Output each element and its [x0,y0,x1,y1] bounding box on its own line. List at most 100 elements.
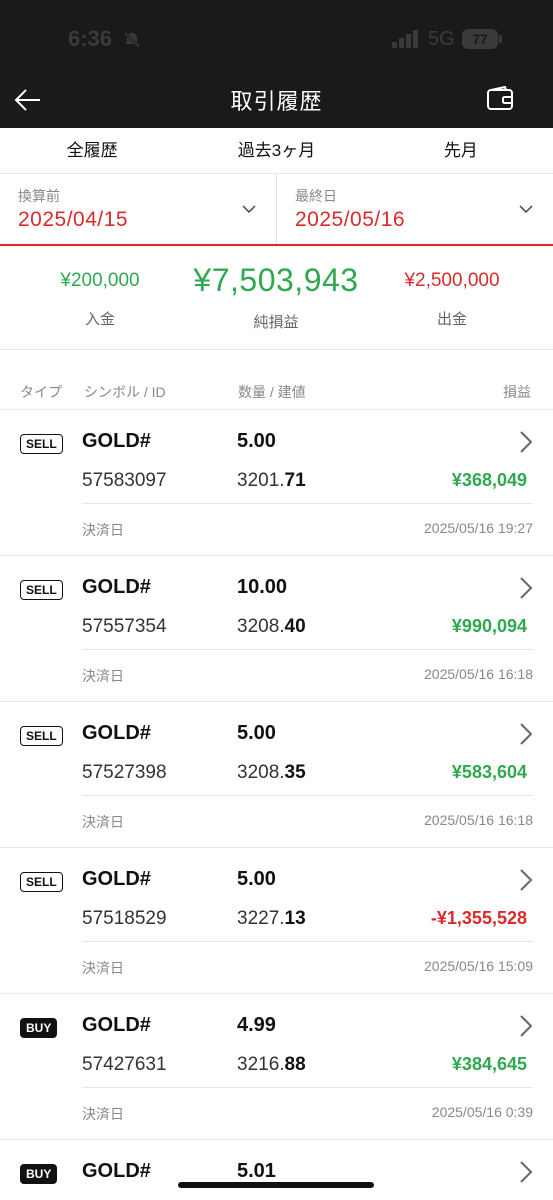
settle-date: 2025/05/16 15:09 [424,958,533,974]
trade-row[interactable]: SELL GOLD# 5.00 57583097 3201.71 ¥368,04… [0,410,553,556]
divider [82,1087,533,1088]
trade-qty: 5.01 [237,1160,276,1182]
trade-qty: 5.00 [237,430,276,452]
battery-icon: 77 [462,29,498,49]
chevron-right-icon [520,577,533,599]
divider [82,795,533,796]
divider [82,503,533,504]
summary-panel: ¥200,000 入金 ¥7,503,943 純損益 ¥2,500,000 出金 [0,246,553,350]
trade-price: 3208.35 [237,762,306,783]
chevron-right-icon [520,869,533,891]
spacer [0,350,553,376]
net-pl-label: 純損益 [253,314,299,331]
settle-label: 決済日 [82,1106,124,1122]
app-header: 取引履歴 [0,78,553,128]
trade-symbol: GOLD# [82,868,151,890]
deposit-label: 入金 [84,311,115,328]
column-pl: 損益 [503,384,531,400]
bell-muted-icon [123,31,141,49]
settle-label: 決済日 [82,668,124,684]
start-date-value: 2025/04/15 [18,208,129,231]
trade-price: 3216.88 [237,1054,306,1075]
trade-qty: 5.00 [237,868,276,890]
withdraw-value: ¥2,500,000 [404,270,500,291]
trade-row[interactable]: SELL GOLD# 5.00 57518529 3227.13 -¥1,355… [0,848,553,994]
end-date-caption: 最終日 [295,188,337,204]
signal-icon [392,30,418,48]
end-date-value: 2025/05/16 [295,208,406,231]
tab-last-3-months[interactable]: 過去3ヶ月 [184,128,368,173]
trade-symbol: GOLD# [82,1160,151,1182]
settle-label: 決済日 [82,522,124,538]
settle-label: 決済日 [82,960,124,976]
start-date-picker[interactable]: 換算前 2025/04/15 [0,174,276,244]
chevron-down-icon [242,205,256,214]
status-time: 6:36 [68,26,113,51]
end-date-picker[interactable]: 最終日 2025/05/16 [276,174,553,244]
trade-id: 57557354 [82,616,167,637]
trade-row[interactable]: SELL GOLD# 5.00 57527398 3208.35 ¥583,60… [0,702,553,848]
chevron-right-icon [520,431,533,453]
trade-qty: 4.99 [237,1014,276,1036]
battery-nub [499,35,502,43]
trade-symbol: GOLD# [82,722,151,744]
page-title: 取引履歴 [230,89,323,114]
net-pl-value: ¥7,503,943 [193,262,359,298]
trade-symbol: GOLD# [82,576,151,598]
range-tabs: 全履歴 過去3ヶ月 先月 [0,128,553,174]
settle-date: 2025/05/16 16:18 [424,812,533,828]
table-header: タイプ シンボル / ID 数量 / 建値 損益 [0,376,553,410]
column-type: タイプ [20,384,62,400]
sell-badge: SELL [20,580,63,600]
wallet-icon[interactable] [487,86,513,112]
trade-price: 3208.40 [237,616,306,637]
trade-row[interactable]: SELL GOLD# 10.00 57557354 3208.40 ¥990,0… [0,556,553,702]
settle-date: 2025/05/16 0:39 [431,1104,533,1120]
chevron-right-icon [520,723,533,745]
buy-badge: BUY [20,1018,58,1038]
trade-symbol: GOLD# [82,430,151,452]
trade-id: 57518529 [82,908,167,929]
trade-qty: 5.00 [237,722,276,744]
buy-badge: BUY [20,1164,58,1184]
withdraw-summary: ¥2,500,000 出金 [392,246,512,329]
divider [82,941,533,942]
chevron-right-icon [520,1161,533,1183]
trade-symbol: GOLD# [82,1014,151,1036]
sell-badge: SELL [20,726,63,746]
settle-label: 決済日 [82,814,124,830]
status-bar: 6:36 5G 77 [0,0,553,78]
date-filter: 換算前 2025/04/15 最終日 2025/05/16 [0,174,553,246]
tab-last-month[interactable]: 先月 [369,128,553,173]
trade-pl: -¥1,355,528 [430,908,527,928]
withdraw-label: 出金 [436,311,467,328]
column-symbol: シンボル / ID [84,384,166,400]
trade-id: 57427631 [82,1054,167,1075]
home-indicator[interactable] [178,1182,374,1188]
trade-pl: ¥583,604 [451,762,527,782]
trade-qty: 10.00 [237,576,288,598]
settle-date: 2025/05/16 16:18 [424,666,533,682]
trade-pl: ¥990,094 [451,616,527,636]
sell-badge: SELL [20,872,63,892]
network-label: 5G [428,28,455,50]
deposit-value: ¥200,000 [60,270,140,291]
trade-price: 3201.71 [237,470,306,491]
trade-pl: ¥384,645 [451,1054,527,1074]
net-pl-summary: ¥7,503,943 純損益 [186,246,366,332]
sell-badge: SELL [20,434,63,454]
trade-pl: ¥368,049 [451,470,527,490]
trade-id: 57583097 [82,470,167,491]
trade-row[interactable]: BUY GOLD# 5.01 [0,1140,553,1200]
divider [82,649,533,650]
chevron-down-icon [519,205,533,214]
trade-row[interactable]: BUY GOLD# 4.99 57427631 3216.88 ¥384,645… [0,994,553,1140]
column-qty: 数量 / 建値 [238,384,306,400]
trade-id: 57527398 [82,762,167,783]
start-date-caption: 換算前 [18,188,60,204]
deposit-summary: ¥200,000 入金 [40,246,160,329]
tab-all-history[interactable]: 全履歴 [0,128,184,173]
settle-date: 2025/05/16 19:27 [424,520,533,536]
chevron-right-icon [520,1015,533,1037]
trade-price: 3227.13 [237,908,306,929]
